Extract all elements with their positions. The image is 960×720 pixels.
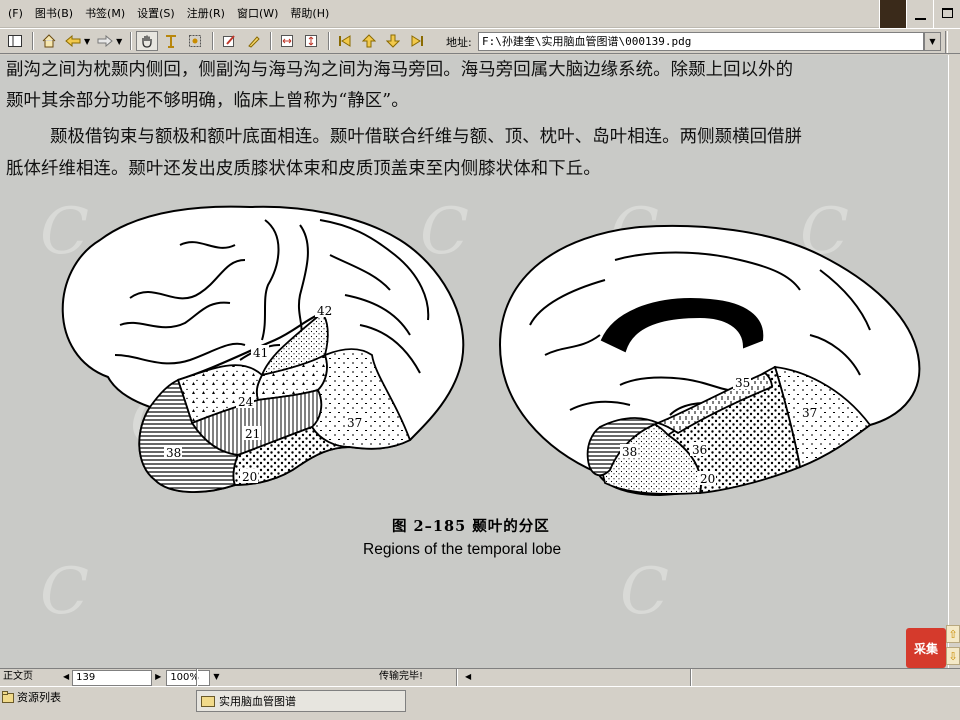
task-button-book[interactable]: 实用脑血管图谱 xyxy=(196,690,406,712)
toolbar-separator xyxy=(212,32,215,50)
menu-settings[interactable]: 设置(S) xyxy=(131,3,181,25)
area-label: 37 xyxy=(802,406,817,420)
area-label: 36 xyxy=(692,443,707,457)
logo-badge: 采集 xyxy=(906,628,946,668)
prev-page-arrow-icon[interactable]: ◀ xyxy=(60,670,72,686)
fit-width-button[interactable] xyxy=(276,31,298,51)
scroll-up-button[interactable]: ⇧ xyxy=(946,625,960,643)
menu-register[interactable]: 注册(R) xyxy=(181,3,231,25)
annotate-button[interactable] xyxy=(218,31,240,51)
fit-width-icon xyxy=(281,35,294,47)
forward-arrow-icon xyxy=(97,35,113,47)
toolbar-separator xyxy=(32,32,34,50)
menu-bookmark[interactable]: 书签(M) xyxy=(79,3,131,25)
status-bar: 正文页 ◀ 139 ▶ 100% ▼ 传输完毕! ◀ xyxy=(0,668,960,686)
next-page-arrow-icon[interactable]: ▶ xyxy=(152,670,164,686)
home-icon xyxy=(42,34,56,48)
toolbar-separator xyxy=(945,31,948,53)
toolbar-separator xyxy=(270,32,273,50)
toolbar-separator xyxy=(328,32,331,50)
area-label: 20 xyxy=(242,470,257,484)
menu-help[interactable]: 帮助(H) xyxy=(284,3,335,25)
figure-drawing: 42 41 24 21 38 20 37 35 37 36 38 20 xyxy=(61,205,921,497)
prev-page-icon xyxy=(362,34,377,48)
chevron-down-icon: ⇩ xyxy=(948,649,958,663)
maximize-button[interactable] xyxy=(933,0,960,28)
vertical-scrollbar[interactable] xyxy=(948,55,960,668)
transfer-status-text: 传输完毕! xyxy=(379,671,424,682)
area-label: 41 xyxy=(253,346,268,360)
chevron-down-icon[interactable]: ▼ xyxy=(116,37,122,46)
hand-tool-button[interactable] xyxy=(136,31,159,51)
menu-file[interactable]: (F) xyxy=(2,3,29,25)
back-button[interactable] xyxy=(62,31,84,51)
page-mode-label[interactable]: 正文页 xyxy=(0,670,60,686)
toggle-panel-button[interactable] xyxy=(4,31,26,51)
annotate-icon xyxy=(223,35,236,47)
chevron-down-icon: ▼ xyxy=(929,37,936,46)
status-separator xyxy=(690,669,692,686)
menu-book[interactable]: 图书(B) xyxy=(29,3,79,25)
app-icon xyxy=(879,0,906,28)
bottom-panel: 资源列表 实用脑血管图谱 xyxy=(0,686,960,720)
scroll-down-button[interactable]: ⇩ xyxy=(946,647,960,665)
area-label: 42 xyxy=(317,304,332,318)
last-page-icon xyxy=(411,35,424,47)
area-label: 20 xyxy=(700,472,715,486)
zoom-select[interactable]: 100% xyxy=(166,669,211,686)
first-page-button[interactable] xyxy=(334,31,356,51)
area-label: 38 xyxy=(622,445,637,459)
area-label: 38 xyxy=(166,446,181,460)
chevron-down-icon[interactable]: ▼ xyxy=(210,670,222,686)
last-page-button[interactable] xyxy=(406,31,428,51)
fit-page-icon xyxy=(305,35,318,47)
highlight-icon xyxy=(248,36,261,48)
resource-list-tab[interactable]: 资源列表 xyxy=(0,689,61,705)
address-label: 地址: xyxy=(446,36,472,49)
hand-tool-icon xyxy=(142,35,152,48)
figure-caption-english: Regions of the temporal lobe xyxy=(363,541,562,558)
fit-page-button[interactable] xyxy=(300,31,322,51)
forward-button[interactable] xyxy=(94,31,116,51)
region-select-button[interactable] xyxy=(184,31,206,51)
status-separator xyxy=(196,669,198,686)
document-page[interactable]: C C C C C C C C C C 副沟之间为枕颞内侧回，侧副沟与海马沟之间… xyxy=(0,55,948,668)
next-page-button[interactable] xyxy=(382,31,404,51)
highlight-button[interactable] xyxy=(242,31,264,51)
area-label: 21 xyxy=(245,427,260,441)
region-select-icon xyxy=(189,35,202,47)
minimize-icon xyxy=(915,18,926,20)
next-page-icon xyxy=(386,34,401,48)
area-label: 35 xyxy=(735,376,750,390)
chevron-down-icon[interactable]: ▼ xyxy=(84,37,90,46)
prev-page-button[interactable] xyxy=(358,31,380,51)
toolbar-separator xyxy=(130,32,133,50)
book-icon xyxy=(201,695,215,707)
toolbar: ▼ ▼ 地址: F:\孙建奎\实用脑血管图谱\000139.pdg ▼ xyxy=(0,28,960,54)
task-button-label: 实用脑血管图谱 xyxy=(219,695,296,708)
figure-caption-chinese: 图 2–185 颞叶的分区 xyxy=(392,518,550,535)
resource-list-label: 资源列表 xyxy=(17,691,61,704)
menu-window[interactable]: 窗口(W) xyxy=(231,3,284,25)
prev-page-arrow-icon[interactable]: ◀ xyxy=(462,670,474,686)
status-separator xyxy=(456,669,458,686)
page-number-input[interactable]: 139 xyxy=(72,669,153,686)
address-dropdown-button[interactable]: ▼ xyxy=(924,32,941,51)
minimize-button[interactable] xyxy=(906,0,933,28)
back-arrow-icon xyxy=(65,35,81,47)
area-label: 37 xyxy=(347,416,362,430)
text-select-icon xyxy=(166,35,177,48)
home-button[interactable] xyxy=(38,31,60,51)
address-input[interactable]: F:\孙建奎\实用脑血管图谱\000139.pdg xyxy=(478,32,924,51)
text-select-button[interactable] xyxy=(160,31,182,51)
toggle-panel-icon xyxy=(8,35,22,47)
area-label: 24 xyxy=(238,395,254,409)
chevron-up-icon: ⇧ xyxy=(948,627,958,641)
folder-icon xyxy=(2,691,14,703)
maximize-icon xyxy=(942,8,953,18)
first-page-icon xyxy=(339,35,351,47)
menu-bar: (F) 图书(B) 书签(M) 设置(S) 注册(R) 窗口(W) 帮助(H) xyxy=(0,0,960,28)
